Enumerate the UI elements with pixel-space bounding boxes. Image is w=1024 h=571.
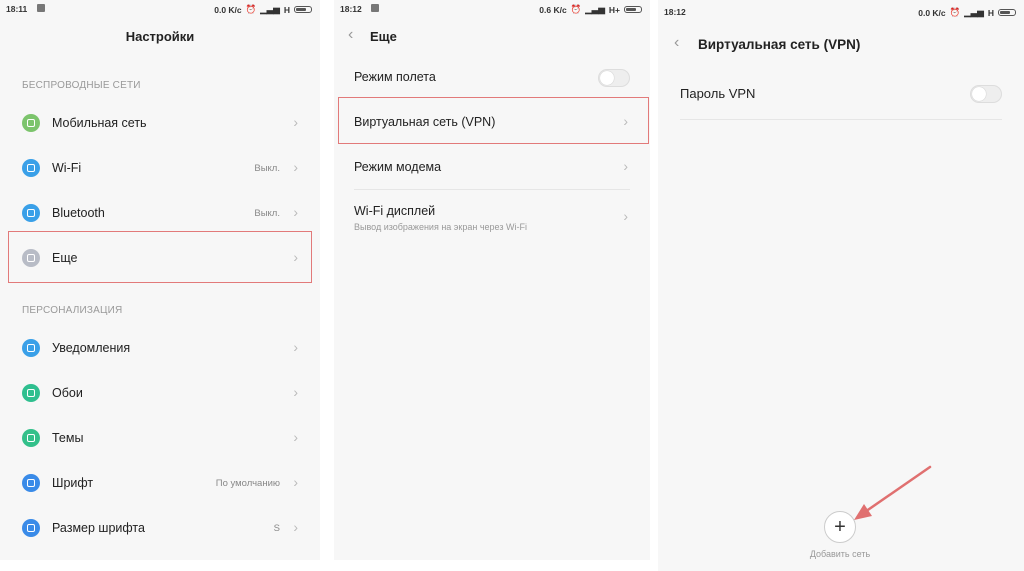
net-type: H <box>987 7 994 18</box>
item-label: Размер шрифта <box>52 521 145 535</box>
back-arrow-icon[interactable]: ‹ <box>674 34 679 52</box>
item-subtitle: Вывод изображения на экран через Wi-Fi <box>354 222 527 232</box>
item-label: Wi-Fi дисплей <box>354 204 436 218</box>
item-label: Bluetooth <box>52 206 105 220</box>
page-title: Виртуальная сеть (VPN) <box>698 37 861 52</box>
battery-icon <box>624 6 642 13</box>
item-label: Мобильная сеть <box>52 116 147 130</box>
item-value: Выкл. <box>254 208 280 219</box>
chevron-right-icon: › <box>293 204 298 220</box>
divider <box>354 189 630 190</box>
status-right: 0.0 K/c ⏰ ▁▃▅ H <box>918 7 1016 18</box>
notification-icon <box>371 4 379 12</box>
item-wifi-display[interactable]: Wi-Fi дисплей Вывод изображения на экран… <box>334 192 650 242</box>
item-label: Wi-Fi <box>52 161 82 175</box>
item-label: Темы <box>52 431 84 445</box>
signal-icon: ▁▃▅ <box>964 7 984 17</box>
font-icon <box>22 474 40 492</box>
arrow-head <box>854 504 872 520</box>
status-time: 18:12 <box>340 4 362 14</box>
chevron-right-icon: › <box>623 208 628 224</box>
highlight-box <box>8 231 312 283</box>
wallpaper-icon <box>22 384 40 402</box>
page-title: Настройки <box>125 29 195 44</box>
highlight-box <box>338 97 649 144</box>
vpn-password-toggle[interactable] <box>970 85 1002 103</box>
net-speed: 0.0 K/c <box>214 4 242 15</box>
settings-item-themes[interactable]: Темы › <box>0 416 320 460</box>
item-value: По умолчанию <box>215 478 280 489</box>
item-label: Режим модема <box>354 160 442 174</box>
net-type: H <box>283 4 290 15</box>
item-value: Выкл. <box>254 163 280 174</box>
signal-icon: ▁▃▅ <box>585 4 605 14</box>
item-value: S <box>273 523 280 534</box>
chevron-right-icon: › <box>293 339 298 355</box>
chevron-right-icon: › <box>293 384 298 400</box>
battery-icon <box>998 9 1016 16</box>
settings-item-wifi[interactable]: Wi-Fi Выкл. › <box>0 146 320 190</box>
section-personalization: ПЕРСОНАЛИЗАЦИЯ <box>22 305 123 316</box>
item-vpn-password[interactable]: Пароль VPN <box>658 70 1024 118</box>
annotation-arrow <box>854 465 932 520</box>
status-bar: 18:12 0.0 K/c ⏰ ▁▃▅ H <box>658 3 1024 21</box>
settings-item-notifications[interactable]: Уведомления › <box>0 326 320 370</box>
item-label: Пароль VPN <box>680 86 756 101</box>
bluetooth-icon <box>22 204 40 222</box>
chevron-right-icon: › <box>293 429 298 445</box>
chevron-right-icon: › <box>293 474 298 490</box>
status-bar: 18:12 0.6 K/c ⏰ ▁▃▅ H+ <box>334 0 650 18</box>
alarm-icon: ⏰ <box>949 7 961 17</box>
chevron-right-icon: › <box>623 158 628 174</box>
status-time: 18:11 <box>6 4 28 14</box>
notifications-icon <box>22 339 40 357</box>
signal-icon: ▁▃▅ <box>260 4 280 14</box>
section-wireless: БЕСПРОВОДНЫЕ СЕТИ <box>22 80 141 91</box>
more-panel: 18:12 0.6 K/c ⏰ ▁▃▅ H+ ‹ Еще Режим полет… <box>334 0 650 560</box>
vpn-panel: 18:12 0.0 K/c ⏰ ▁▃▅ H ‹ Виртуальная сеть… <box>658 0 1024 571</box>
notification-icon <box>37 4 45 12</box>
status-right: 0.6 K/c ⏰ ▁▃▅ H+ <box>539 4 642 15</box>
alarm-icon: ⏰ <box>245 4 257 14</box>
back-arrow-icon[interactable]: ‹ <box>348 26 353 44</box>
divider <box>680 119 1002 120</box>
wifi-icon <box>22 159 40 177</box>
status-right: 0.0 K/c ⏰ ▁▃▅ H <box>214 4 312 15</box>
net-speed: 0.0 K/c <box>918 7 946 18</box>
status-bar: 18:11 0.0 K/c ⏰ ▁▃▅ H <box>0 0 320 18</box>
item-label: Режим полета <box>354 70 436 84</box>
settings-panel: 18:11 0.0 K/c ⏰ ▁▃▅ H Настройки БЕСПРОВО… <box>0 0 320 560</box>
settings-item-wallpaper[interactable]: Обои › <box>0 371 320 415</box>
item-tethering[interactable]: Режим модема › <box>334 145 650 189</box>
alarm-icon: ⏰ <box>570 4 582 14</box>
item-label: Уведомления <box>52 341 131 355</box>
item-airplane-mode[interactable]: Режим полета <box>334 55 650 99</box>
battery-icon <box>294 6 312 13</box>
themes-icon <box>22 429 40 447</box>
item-label: Обои <box>52 386 83 400</box>
settings-item-bluetooth[interactable]: Bluetooth Выкл. › <box>0 191 320 235</box>
settings-item-mobile[interactable]: Мобильная сеть › <box>0 101 320 145</box>
arrow-line <box>860 465 932 516</box>
page-title: Еще <box>370 29 397 44</box>
chevron-right-icon: › <box>293 114 298 130</box>
plus-icon: + <box>834 516 846 538</box>
add-network-label: Добавить сеть <box>809 549 871 559</box>
net-speed: 0.6 K/c <box>539 4 567 15</box>
net-type: H+ <box>608 4 620 15</box>
settings-item-font-size[interactable]: Размер шрифта S › <box>0 506 320 550</box>
item-label: Шрифт <box>52 476 94 490</box>
status-time: 18:12 <box>664 7 686 17</box>
airplane-toggle[interactable] <box>598 69 630 87</box>
settings-item-font[interactable]: Шрифт По умолчанию › <box>0 461 320 505</box>
chevron-right-icon: › <box>293 159 298 175</box>
chevron-right-icon: › <box>293 519 298 535</box>
mobile-network-icon <box>22 114 40 132</box>
font-size-icon <box>22 519 40 537</box>
